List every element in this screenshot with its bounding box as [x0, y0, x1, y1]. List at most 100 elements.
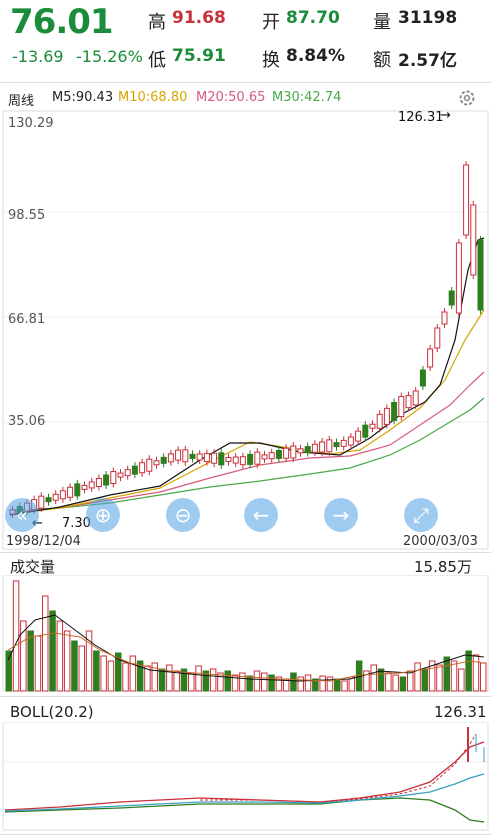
- candle: [153, 456, 160, 469]
- date-end: 2000/03/03: [403, 534, 478, 549]
- volume-bar: [414, 662, 421, 692]
- volume-bar: [63, 630, 71, 692]
- price-change-pct: -15.26%: [76, 47, 143, 66]
- volume-bar: [392, 674, 399, 692]
- volume-bar: [71, 640, 78, 692]
- volume-bar: [421, 668, 429, 692]
- scroll-left-button[interactable]: ←: [244, 498, 278, 532]
- candle: [59, 486, 66, 503]
- volume-bar: [334, 678, 341, 692]
- turnover-value: 8.84%: [286, 46, 345, 66]
- candle: [189, 450, 196, 463]
- amount-label: 额: [373, 50, 391, 71]
- max-price-marker: 126.31: [398, 110, 444, 125]
- rewind-icon: «: [15, 503, 29, 527]
- volume-bar: [370, 664, 377, 692]
- y-tick-4: 35.06: [8, 414, 46, 429]
- candle: [290, 442, 297, 462]
- volume-bar: [129, 655, 137, 692]
- boll-chart[interactable]: [0, 722, 491, 832]
- candle: [52, 490, 59, 505]
- volume-bar: [399, 676, 407, 692]
- volume-bar: [34, 635, 42, 692]
- candle: [470, 201, 477, 279]
- bottom-divider: [0, 834, 491, 835]
- low-label: 低: [148, 50, 166, 71]
- rewind-button[interactable]: «: [5, 498, 39, 532]
- current-price: 76.01: [10, 2, 114, 42]
- fullscreen-button[interactable]: ⤢: [404, 498, 438, 532]
- candle: [247, 450, 254, 469]
- candle: [333, 438, 340, 451]
- candle: [455, 239, 462, 317]
- volume-bar: [465, 650, 472, 692]
- candle: [88, 477, 95, 492]
- candle: [81, 481, 88, 494]
- volume-bar: [443, 656, 450, 692]
- volume-bar: [5, 650, 12, 692]
- candle: [160, 453, 167, 468]
- candlestick-chart[interactable]: [0, 110, 491, 550]
- candle: [448, 287, 455, 309]
- scroll-right-button[interactable]: →: [324, 498, 358, 532]
- volume-bar: [436, 664, 443, 692]
- candle: [95, 474, 102, 491]
- volume-bar: [480, 662, 487, 692]
- volume-bar: [209, 668, 217, 692]
- zoom-out-button[interactable]: ⊖: [166, 498, 200, 532]
- volume-bar: [253, 670, 261, 692]
- volume-bar: [304, 674, 312, 692]
- candle: [441, 308, 448, 328]
- high-label: 高: [148, 12, 166, 33]
- volume-bar: [100, 655, 107, 692]
- zoom-in-button[interactable]: ⊕: [86, 498, 120, 532]
- volume-bar: [290, 672, 297, 692]
- volume-bar: [472, 654, 480, 692]
- boll-divider: [0, 696, 491, 697]
- candle: [311, 440, 318, 457]
- boll-max: 126.31: [434, 703, 487, 721]
- arrow-left-icon: ←: [252, 503, 270, 527]
- volume-bar: [246, 675, 253, 692]
- volume-bar: [217, 672, 224, 692]
- candle: [434, 324, 441, 352]
- period-label[interactable]: 周线: [8, 90, 34, 109]
- candle: [146, 455, 153, 476]
- volume-bar: [326, 676, 334, 692]
- volume-bar: [122, 662, 129, 692]
- candle: [463, 161, 470, 239]
- candle: [124, 465, 131, 480]
- gear-icon[interactable]: [457, 88, 477, 108]
- volume-chart[interactable]: [0, 575, 491, 693]
- candle: [275, 446, 282, 463]
- y-tick-1: 130.29: [8, 116, 54, 131]
- candle: [211, 449, 218, 468]
- candle: [347, 433, 354, 450]
- turnover-label: 换: [262, 50, 280, 71]
- candle: [225, 453, 232, 466]
- volume-bar: [12, 580, 20, 692]
- arrow-right-icon: →: [332, 503, 350, 527]
- volume-bar: [107, 660, 115, 692]
- volume-bar: [377, 668, 385, 692]
- volume-bar: [195, 665, 202, 692]
- volume-bar: [173, 670, 180, 692]
- zoom-out-icon: ⊖: [174, 503, 192, 527]
- volume-bar: [297, 676, 304, 692]
- volume-bar: [56, 620, 64, 692]
- candle: [326, 435, 333, 456]
- candle: [45, 493, 52, 506]
- candle: [268, 448, 275, 463]
- candle: [232, 453, 239, 468]
- volume-bar: [261, 672, 268, 692]
- volume-bar: [268, 674, 275, 692]
- date-start: 1998/12/04: [6, 534, 81, 549]
- candle: [167, 449, 174, 466]
- ma5-label: M5:90.43: [52, 90, 114, 105]
- volume-bar: [93, 650, 100, 692]
- price-change: -13.69: [12, 47, 64, 66]
- moving-average-lines: [9, 237, 485, 516]
- volume-bar: [42, 595, 49, 692]
- max-arrow-icon: →: [440, 108, 451, 123]
- open-label: 开: [262, 12, 280, 33]
